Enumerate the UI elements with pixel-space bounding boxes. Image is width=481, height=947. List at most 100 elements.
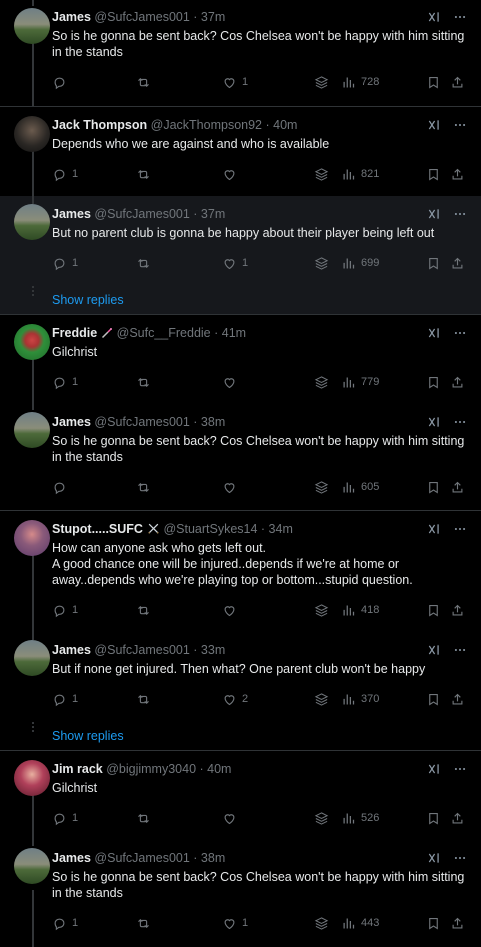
grok-logo-icon[interactable] [427,10,441,24]
retweet-button[interactable] [136,477,156,497]
show-replies-link[interactable]: Show replies [52,293,124,307]
views-button[interactable]: 728 [341,72,379,92]
user-handle[interactable]: @SufcJames001 [94,851,189,865]
more-options-icon[interactable] [453,643,467,657]
retweet-button[interactable] [136,689,156,709]
timestamp[interactable]: · 38m [193,415,225,429]
timestamp[interactable]: · 37m [193,207,225,221]
timestamp[interactable]: · 37m [193,10,225,24]
reply-button[interactable]: 1 [52,600,78,620]
display-name[interactable]: Jack Thompson [52,118,147,132]
reply-button[interactable]: 1 [52,808,78,828]
user-handle[interactable]: @SufcJames001 [94,643,189,657]
like-button[interactable]: 1 [222,72,248,92]
user-handle[interactable]: @bigjimmy3040 [106,762,196,776]
display-name[interactable]: Freddie [52,326,97,340]
user-handle[interactable]: @JackThompson92 [151,118,262,132]
bookmark-button[interactable] [426,372,441,392]
retweet-button[interactable] [136,600,156,620]
more-options-icon[interactable] [453,851,467,865]
grok-logo-icon[interactable] [427,326,441,340]
more-options-icon[interactable] [453,207,467,221]
reply-button[interactable]: 1 [52,164,78,184]
grok-logo-icon[interactable] [427,643,441,657]
user-handle[interactable]: @SufcJames001 [94,415,189,429]
retweet-button[interactable] [136,913,156,933]
timestamp[interactable]: · 38m [193,851,225,865]
views-button[interactable]: 779 [341,372,379,392]
bookmark-button[interactable] [426,253,441,273]
display-name[interactable]: James [52,10,91,24]
bookmark-button[interactable] [426,164,441,184]
like-button[interactable] [222,808,242,828]
timestamp[interactable]: · 34m [261,522,293,536]
grok-logo-icon[interactable] [427,207,441,221]
display-name[interactable]: Jim rack [52,762,103,776]
user-handle[interactable]: @SufcJames001 [94,10,189,24]
timestamp[interactable]: · 40m [266,118,298,132]
like-button[interactable] [222,477,242,497]
views-button[interactable]: 443 [341,913,379,933]
avatar[interactable] [14,640,50,676]
share-button[interactable] [450,164,465,184]
retweet-button[interactable] [136,808,156,828]
share-button[interactable] [450,372,465,392]
retweet-button[interactable] [136,164,156,184]
display-name[interactable]: James [52,415,91,429]
grok-button[interactable] [314,372,329,392]
reply-button[interactable] [52,72,72,92]
timestamp[interactable]: · 40m [200,762,232,776]
like-button[interactable] [222,372,242,392]
more-options-icon[interactable] [453,118,467,132]
more-options-icon[interactable] [453,415,467,429]
views-button[interactable]: 418 [341,600,379,620]
more-options-icon[interactable] [453,522,467,536]
user-handle[interactable]: @Sufc__Freddie [117,326,211,340]
reply-button[interactable]: 1 [52,913,78,933]
bookmark-button[interactable] [426,72,441,92]
timestamp[interactable]: · 33m [193,643,225,657]
share-button[interactable] [450,689,465,709]
share-button[interactable] [450,808,465,828]
user-handle[interactable]: @SufcJames001 [94,207,189,221]
display-name[interactable]: James [52,207,91,221]
views-button[interactable]: 605 [341,477,379,497]
share-button[interactable] [450,253,465,273]
like-button[interactable] [222,164,242,184]
like-button[interactable] [222,600,242,620]
share-button[interactable] [450,913,465,933]
avatar[interactable] [14,204,50,240]
grok-logo-icon[interactable] [427,851,441,865]
show-replies-link[interactable]: Show replies [52,729,124,743]
grok-button[interactable] [314,689,329,709]
grok-button[interactable] [314,913,329,933]
grok-button[interactable] [314,253,329,273]
bookmark-button[interactable] [426,689,441,709]
display-name[interactable]: Stupot.....SUFC [52,522,143,536]
avatar[interactable] [14,520,50,556]
share-button[interactable] [450,600,465,620]
avatar[interactable] [14,412,50,448]
grok-button[interactable] [314,600,329,620]
reply-button[interactable]: 1 [52,372,78,392]
bookmark-button[interactable] [426,600,441,620]
retweet-button[interactable] [136,253,156,273]
avatar[interactable] [14,848,50,884]
avatar[interactable] [14,8,50,44]
avatar[interactable] [14,760,50,796]
grok-logo-icon[interactable] [427,118,441,132]
reply-button[interactable]: 1 [52,689,78,709]
user-handle[interactable]: @StuartSykes14 [163,522,257,536]
more-options-icon[interactable] [453,762,467,776]
more-options-icon[interactable] [453,10,467,24]
display-name[interactable]: James [52,643,91,657]
grok-button[interactable] [314,72,329,92]
share-button[interactable] [450,72,465,92]
like-button[interactable]: 1 [222,253,248,273]
grok-logo-icon[interactable] [427,522,441,536]
grok-button[interactable] [314,477,329,497]
retweet-button[interactable] [136,372,156,392]
bookmark-button[interactable] [426,913,441,933]
avatar[interactable] [14,116,50,152]
reply-button[interactable] [52,477,72,497]
